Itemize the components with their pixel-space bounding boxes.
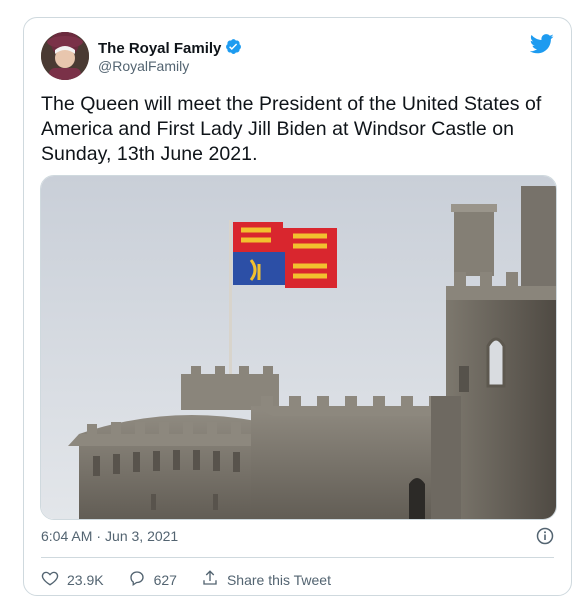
- tweet-text: The Queen will meet the President of the…: [41, 93, 542, 165]
- share-label: Share this Tweet: [226, 571, 331, 588]
- tweet-time: 6:04 AM: [41, 528, 93, 544]
- twitter-bird-icon[interactable]: [529, 34, 554, 54]
- author-name-label: The Royal Family: [98, 40, 222, 57]
- tweet-photo[interactable]: [40, 175, 557, 520]
- info-icon[interactable]: [536, 527, 554, 545]
- tweet-card[interactable]: The Royal Family @RoyalFamily The Queen …: [23, 17, 572, 596]
- reply-icon: [128, 569, 146, 590]
- reply-count: 627: [153, 571, 177, 588]
- like-count: 23.9K: [67, 571, 104, 588]
- like-button[interactable]: 23.9K: [41, 569, 104, 590]
- heart-icon: [41, 569, 59, 590]
- share-icon: [201, 569, 219, 590]
- reply-button[interactable]: 627: [128, 569, 177, 590]
- tweet-timestamp[interactable]: 6:04 AM · Jun 3, 2021: [41, 528, 178, 544]
- author-handle[interactable]: @RoyalFamily: [98, 58, 189, 74]
- share-button[interactable]: Share this Tweet: [201, 569, 331, 590]
- divider: [41, 557, 554, 558]
- action-bar: 23.9K 627 Share this Tweet: [41, 569, 355, 590]
- verified-badge-icon: [225, 38, 242, 59]
- author-name[interactable]: The Royal Family: [98, 38, 242, 59]
- tweet-date: Jun 3, 2021: [105, 528, 179, 544]
- avatar[interactable]: [41, 32, 89, 80]
- timestamp-separator: ·: [96, 528, 102, 544]
